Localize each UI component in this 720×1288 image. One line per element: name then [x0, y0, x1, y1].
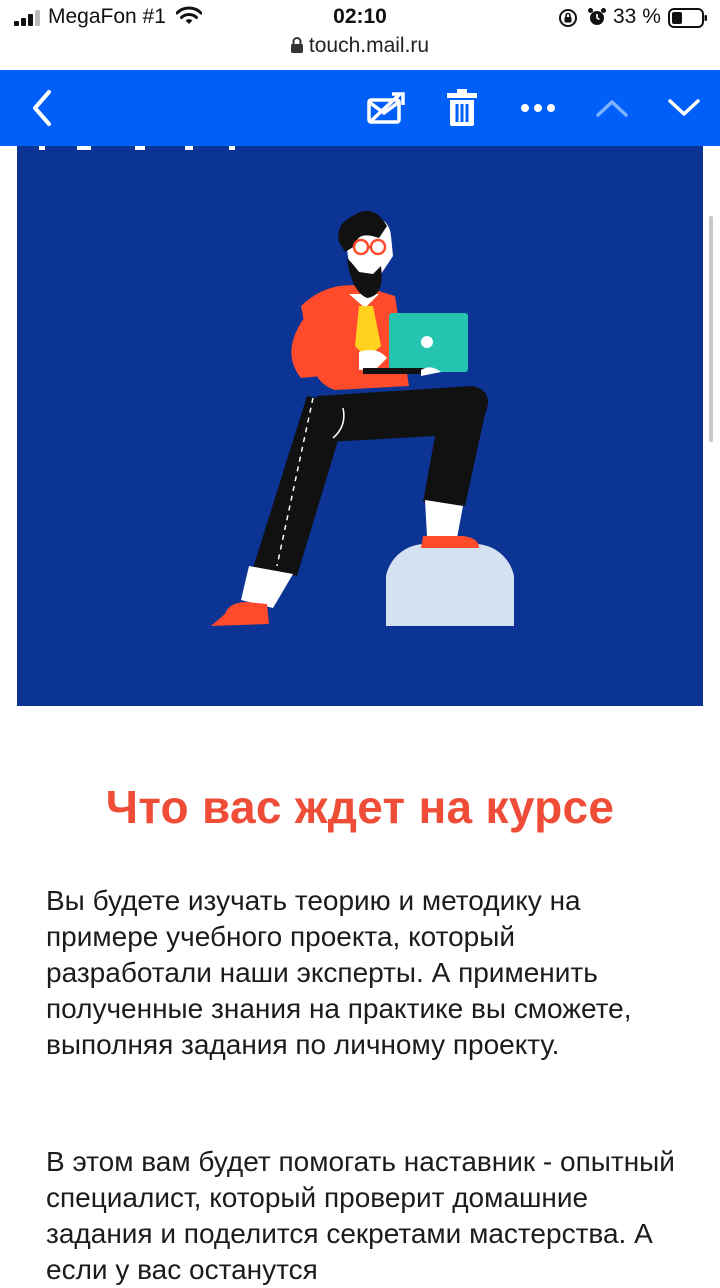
clock: 02:10: [333, 5, 387, 28]
next-icon: [668, 99, 700, 116]
previous-icon: [596, 100, 628, 117]
previous-message-button[interactable]: [588, 84, 636, 132]
trash-icon: [447, 89, 477, 126]
address-bar[interactable]: touch.mail.ru: [0, 34, 720, 58]
page-scrollbar[interactable]: [709, 216, 713, 442]
person-with-laptop-illustration: [39, 146, 514, 626]
more-icon: [521, 104, 555, 112]
lock-icon: [290, 37, 303, 53]
alarm-icon: [588, 8, 606, 25]
course-banner-image: [17, 146, 703, 706]
mentor-description-paragraph: В этом вам будет помогать наставник - оп…: [46, 1146, 675, 1285]
battery-percent: 33 %: [613, 5, 661, 28]
status-bar: MegaFon #1 02:10 33 % touch.mail.ru: [0, 0, 720, 70]
back-button[interactable]: [18, 84, 66, 132]
mark-unread-button[interactable]: [362, 84, 410, 132]
message-toolbar: [0, 70, 720, 146]
course-description-paragraph: Вы будете изучать теорию и методику на п…: [46, 885, 632, 1060]
back-icon: [33, 90, 51, 126]
battery-icon: [668, 8, 707, 28]
delete-button[interactable]: [438, 84, 486, 132]
orientation-lock-icon: [559, 9, 577, 27]
next-message-button[interactable]: [660, 84, 708, 132]
mark-unread-icon: [367, 92, 405, 124]
more-button[interactable]: [514, 84, 562, 132]
section-heading: Что вас ждет на курсе: [105, 781, 615, 833]
url-text: touch.mail.ru: [308, 34, 430, 57]
